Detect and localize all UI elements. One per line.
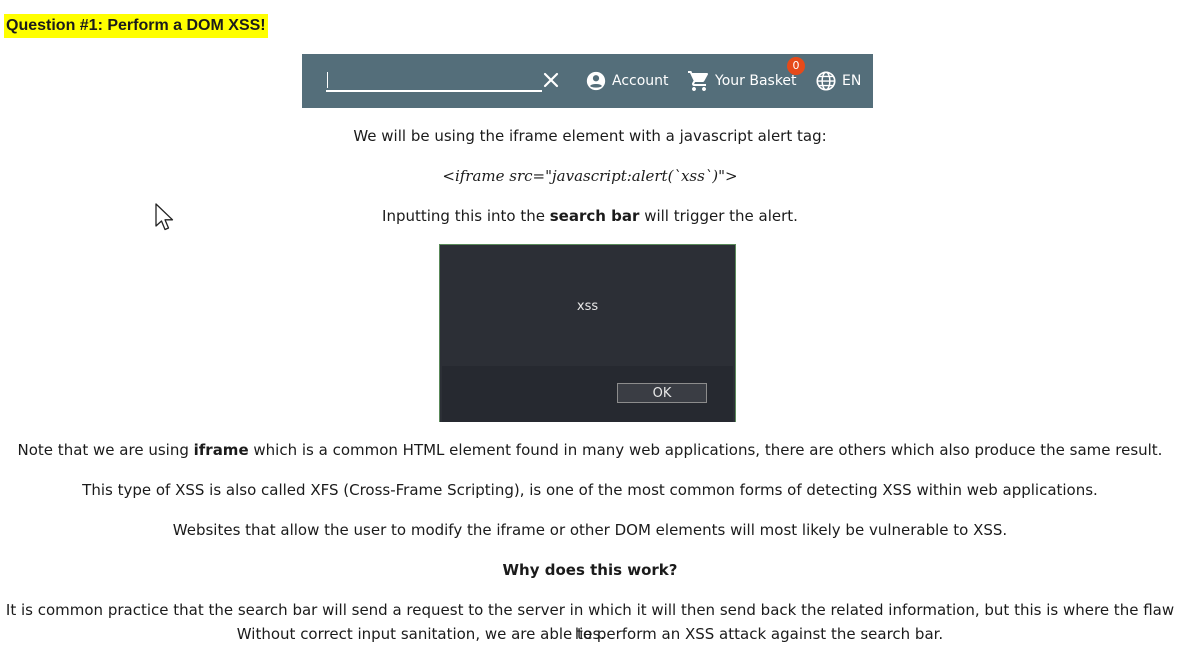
- mouse-pointer-icon: [155, 203, 174, 231]
- language-button[interactable]: EN: [815, 69, 861, 93]
- text-caret: [327, 72, 328, 88]
- basket-count-badge: 0: [787, 57, 805, 75]
- question-title: Question #1: Perform a DOM XSS!: [4, 14, 268, 38]
- trigger-text-start: Inputting this into the: [382, 207, 550, 225]
- search-bar-emphasis: search bar: [549, 207, 640, 225]
- why-heading: Why does this work?: [502, 561, 678, 579]
- xfs-text: This type of XSS is also called XFS (Cro…: [82, 481, 1098, 499]
- account-button[interactable]: Account: [585, 69, 669, 93]
- basket-button[interactable]: Your Basket: [687, 69, 797, 93]
- alert-message: xss: [576, 299, 599, 314]
- shopping-cart-icon: [688, 71, 709, 91]
- clear-search-button[interactable]: [540, 69, 562, 91]
- payload-code: <iframe src="javascript:alert(`xss`)">: [442, 167, 738, 185]
- globe-icon: [816, 71, 836, 91]
- note-text-start: Note that we are using: [17, 441, 194, 459]
- vulnerable-websites-text: Websites that allow the user to modify t…: [172, 521, 1008, 539]
- language-label: EN: [842, 73, 862, 89]
- explanation-line-2: Without correct input sanitation, we are…: [236, 625, 944, 643]
- trigger-text-end: will trigger the alert.: [639, 207, 798, 225]
- intro-text: We will be using the iframe element with…: [353, 127, 827, 145]
- alert-dialog-screenshot: xss OK: [439, 244, 736, 422]
- search-input[interactable]: [326, 70, 542, 92]
- app-toolbar: Account Your Basket 0 EN: [302, 54, 873, 108]
- iframe-emphasis: iframe: [193, 441, 249, 459]
- account-circle-icon: [586, 71, 606, 91]
- basket-label: Your Basket: [715, 73, 797, 89]
- note-text-end: which is a common HTML element found in …: [248, 441, 1163, 459]
- alert-ok-button[interactable]: OK: [617, 383, 707, 403]
- note-text: Note that we are using iframe which is a…: [0, 438, 1180, 462]
- account-label: Account: [612, 73, 669, 89]
- close-icon: [543, 72, 559, 88]
- trigger-text: Inputting this into the search bar will …: [0, 204, 1180, 228]
